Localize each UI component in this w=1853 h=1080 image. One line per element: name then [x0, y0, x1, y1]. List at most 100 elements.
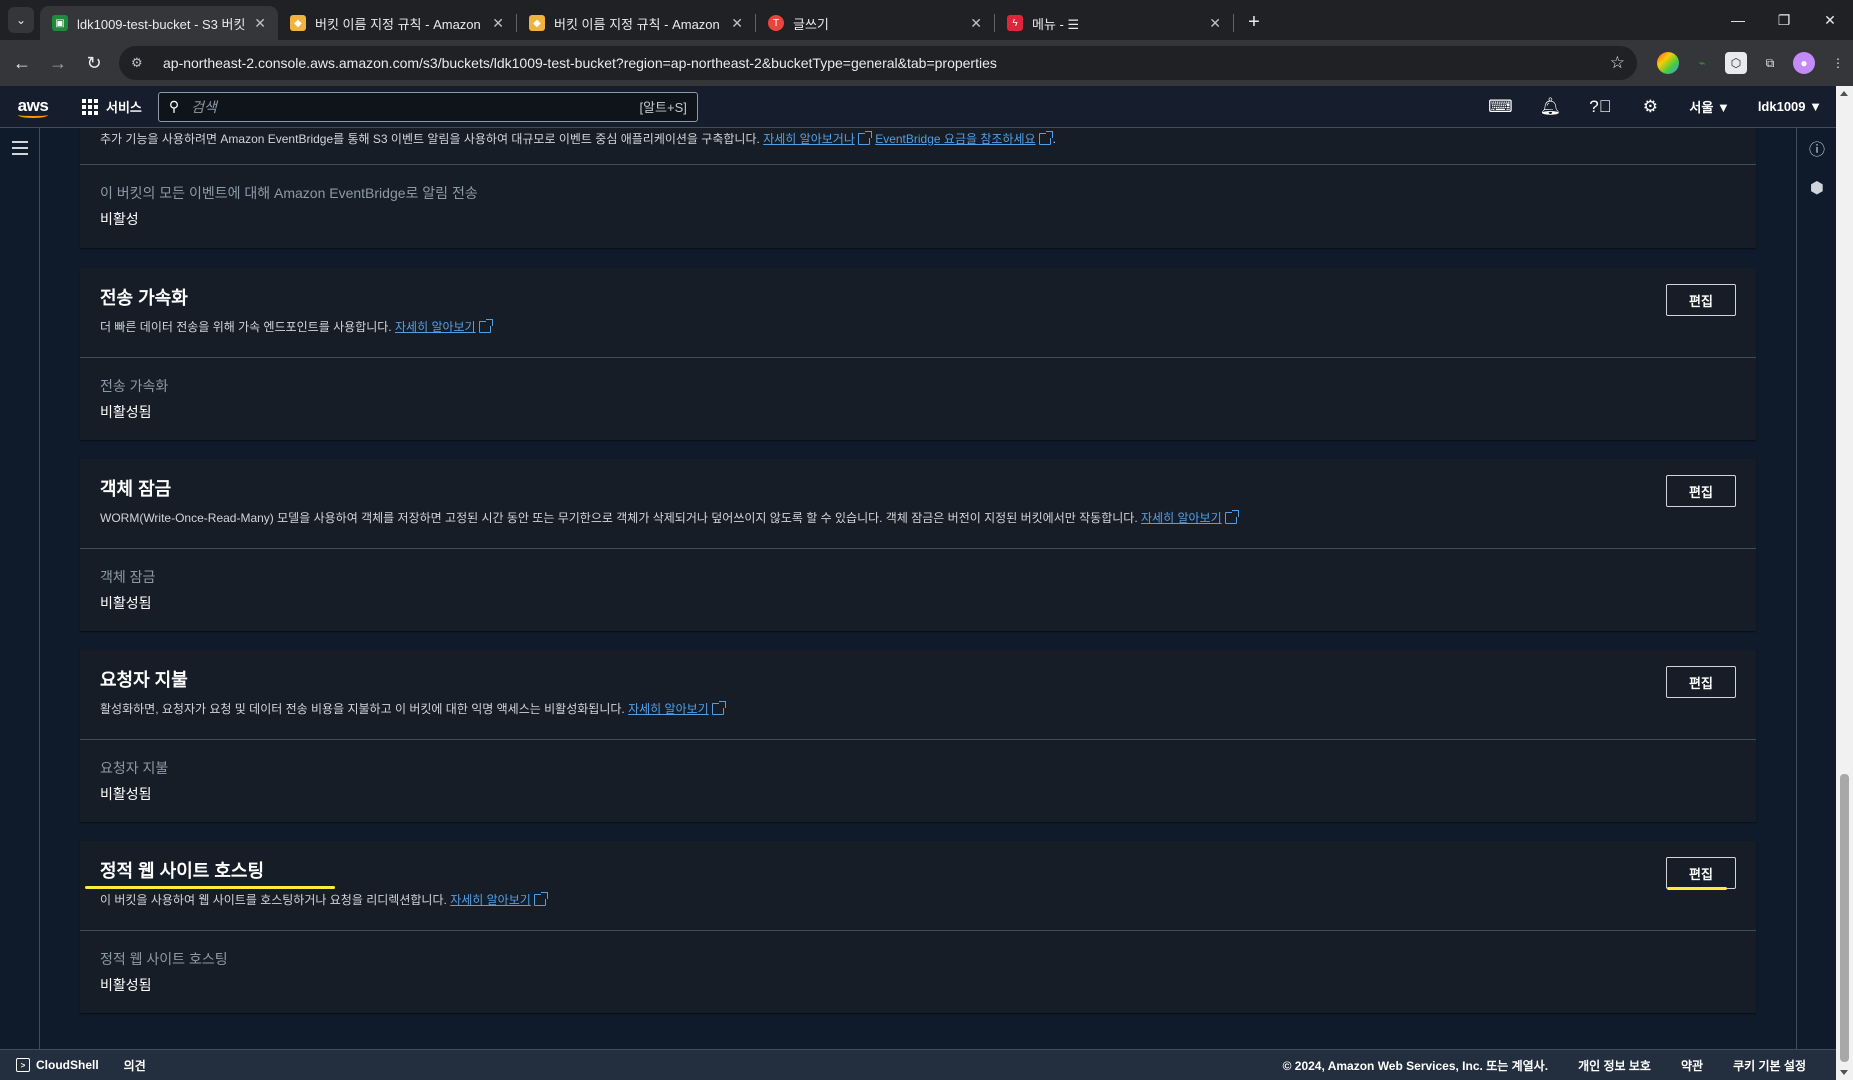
learn-more-link[interactable]: 자세히 알아보거나 — [763, 132, 855, 146]
edit-highlight-underline — [1667, 887, 1727, 890]
scroll-down-icon[interactable] — [1840, 1070, 1848, 1075]
cloudshell-button[interactable]: > CloudShell — [16, 1058, 99, 1072]
bookmark-star-icon[interactable]: ☆ — [1610, 53, 1625, 73]
search-placeholder: 검색 — [191, 98, 217, 115]
copyright-text: © 2024, Amazon Web Services, Inc. 또는 계열사… — [1282, 1058, 1549, 1073]
box-extension-icon[interactable]: ⬡ — [1725, 52, 1747, 74]
info-icon[interactable]: ⓘ — [1797, 128, 1837, 168]
tab-close-icon[interactable]: ✕ — [970, 15, 982, 32]
tab-title: 버킷 이름 지정 규칙 - Amazon — [315, 16, 481, 32]
aws-logo[interactable]: aws — [0, 86, 66, 128]
puzzle-extensions-icon[interactable]: ⧉ — [1759, 52, 1781, 74]
browser-tab-bar: ⌄ ▣ ldk1009-test-bucket - S3 버킷 ✕ ◆ 버킷 이… — [0, 0, 1853, 40]
leaf-extension-icon[interactable]: ⌁ — [1691, 52, 1713, 74]
learn-more-link[interactable]: 자세히 알아보기 — [450, 893, 531, 907]
services-label: 서비스 — [106, 100, 142, 115]
edit-button[interactable]: 편집 — [1666, 284, 1736, 316]
aws-docs-favicon-icon: ◆ — [529, 15, 545, 31]
search-icon: ⚲ — [168, 98, 180, 114]
page-scrollbar[interactable] — [1836, 86, 1853, 1080]
browser-tab-4[interactable]: T 글쓰기 ✕ — [756, 6, 994, 40]
feedback-link[interactable]: 의견 — [124, 1057, 146, 1074]
browser-menu-icon[interactable]: ⋮ — [1827, 52, 1849, 74]
privacy-link[interactable]: 개인 정보 보호 — [1578, 1057, 1651, 1074]
terms-link[interactable]: 약관 — [1681, 1057, 1703, 1074]
properties-content: 추가 기능을 사용하려면 Amazon EventBridge를 통해 S3 이… — [41, 128, 1795, 1049]
panel-title: 정적 웹 사이트 호스팅 — [100, 861, 265, 881]
tab-title: 버킷 이름 지정 규칙 - Amazon — [554, 16, 720, 32]
terminal-icon: > — [16, 1058, 30, 1072]
bolt-favicon-icon: ϟ — [1007, 15, 1023, 31]
static-website-hosting-panel: 정적 웹 사이트 호스팅 이 버킷을 사용하여 웹 사이트를 호스팅하거나 요청… — [80, 841, 1756, 1013]
back-icon[interactable]: ← — [5, 46, 39, 80]
field-value: 비활성됨 — [100, 595, 152, 611]
browser-tab-3[interactable]: ◆ 버킷 이름 지정 규칙 - Amazon ✕ — [517, 6, 755, 40]
edit-button[interactable]: 편집 — [1666, 666, 1736, 698]
cloudshell-label: CloudShell — [36, 1058, 99, 1072]
forward-icon[interactable]: → — [41, 46, 75, 80]
eventbridge-value: 비활성 — [100, 211, 139, 227]
edit-button[interactable]: 편집 — [1666, 475, 1736, 507]
cloudshell-icon[interactable]: ⌨ — [1475, 86, 1525, 128]
tab-close-icon[interactable]: ✕ — [492, 15, 504, 32]
region-selector[interactable]: 서울 ▼ — [1675, 97, 1743, 116]
site-info-icon[interactable]: ⚙ — [131, 55, 151, 71]
reload-icon[interactable]: ↻ — [77, 46, 111, 80]
eventbridge-description: 추가 기능을 사용하려면 Amazon EventBridge를 통해 S3 이… — [100, 131, 1056, 146]
browser-tab-2[interactable]: ◆ 버킷 이름 지정 규칙 - Amazon ✕ — [278, 6, 516, 40]
color-picker-extension-icon[interactable] — [1657, 52, 1679, 74]
services-menu-button[interactable]: 서비스 — [82, 97, 142, 116]
tab-search-button[interactable]: ⌄ — [8, 7, 34, 33]
account-menu[interactable]: ldk1009 ▼ — [1744, 99, 1836, 114]
extensions-area: ⌁ ⬡ ⧉ ● ⋮ — [1657, 52, 1849, 74]
external-link-icon — [1224, 510, 1239, 524]
browser-toolbar: ← → ↻ ⚙ ap-northeast-2.console.aws.amazo… — [0, 40, 1853, 86]
minimize-icon[interactable]: — — [1715, 0, 1761, 40]
notifications-bell-icon[interactable]: 🔔︎ — [1525, 86, 1575, 128]
grid-icon — [82, 98, 98, 115]
url-text[interactable]: ap-northeast-2.console.aws.amazon.com/s3… — [163, 55, 1610, 71]
panel-title: 전송 가속화 — [100, 288, 188, 308]
help-icon[interactable]: ?⃝ — [1575, 86, 1625, 128]
field-value: 비활성됨 — [100, 977, 152, 993]
edit-button[interactable]: 편집 — [1666, 857, 1736, 889]
right-side-rail: ⓘ ⬢ — [1796, 128, 1836, 1049]
tab-close-icon[interactable]: ✕ — [1209, 15, 1221, 32]
browser-tab-1[interactable]: ▣ ldk1009-test-bucket - S3 버킷 ✕ — [40, 6, 278, 40]
learn-more-link[interactable]: 자세히 알아보기 — [628, 702, 709, 716]
new-tab-button[interactable]: + — [1240, 8, 1268, 36]
panel-description: 더 빠른 데이터 전송을 위해 가속 엔드포인트를 사용합니다. 자세히 알아보… — [100, 318, 1736, 335]
eventbridge-pricing-link[interactable]: EventBridge 요금을 참조하세요 — [875, 132, 1035, 146]
scroll-thumb[interactable] — [1840, 774, 1849, 1062]
field-label: 객체 잠금 — [100, 569, 156, 585]
object-lock-panel: 객체 잠금 WORM(Write-Once-Read-Many) 모델을 사용하… — [80, 459, 1756, 631]
tab-title: 글쓰기 — [793, 16, 829, 32]
field-value: 비활성됨 — [100, 786, 152, 802]
cookie-preferences-link[interactable]: 쿠키 기본 설정 — [1733, 1057, 1806, 1074]
external-link-icon — [478, 319, 493, 333]
field-label: 정적 웹 사이트 호스팅 — [100, 951, 228, 967]
scroll-up-icon[interactable] — [1840, 91, 1848, 96]
tab-close-icon[interactable]: ✕ — [731, 15, 743, 32]
tab-close-icon[interactable]: ✕ — [254, 15, 266, 32]
browser-tab-5[interactable]: ϟ 메뉴 - ☰ ✕ — [995, 6, 1233, 40]
aws-docs-favicon-icon: ◆ — [290, 15, 306, 31]
restore-icon[interactable]: ❐ — [1761, 0, 1807, 40]
tools-panel-icon[interactable]: ⬢ — [1797, 168, 1837, 208]
learn-more-link[interactable]: 자세히 알아보기 — [395, 320, 476, 334]
window-close-icon[interactable]: ✕ — [1807, 0, 1853, 40]
field-value: 비활성됨 — [100, 404, 152, 420]
learn-more-link[interactable]: 자세히 알아보기 — [1141, 511, 1222, 525]
console-footer: > CloudShell 의견 © 2024, Amazon Web Servi… — [0, 1049, 1836, 1080]
external-link-icon — [711, 701, 726, 715]
search-input[interactable]: ⚲ 검색 [알트+S] — [157, 91, 698, 122]
settings-gear-icon[interactable]: ⚙ — [1625, 86, 1675, 128]
hamburger-menu-icon[interactable] — [12, 141, 28, 159]
requester-pays-panel: 요청자 지불 활성화하면, 요청자가 요청 및 데이터 전송 비용을 지불하고 … — [80, 650, 1756, 822]
tab-separator — [1233, 14, 1234, 32]
panel-description: WORM(Write-Once-Read-Many) 모델을 사용하여 객체를 … — [100, 509, 1736, 526]
left-side-rail — [0, 128, 40, 1049]
address-bar[interactable]: ⚙ ap-northeast-2.console.aws.amazon.com/… — [119, 46, 1637, 80]
eventbridge-panel: 추가 기능을 사용하려면 Amazon EventBridge를 통해 S3 이… — [80, 128, 1756, 248]
profile-avatar[interactable]: ● — [1793, 52, 1815, 74]
